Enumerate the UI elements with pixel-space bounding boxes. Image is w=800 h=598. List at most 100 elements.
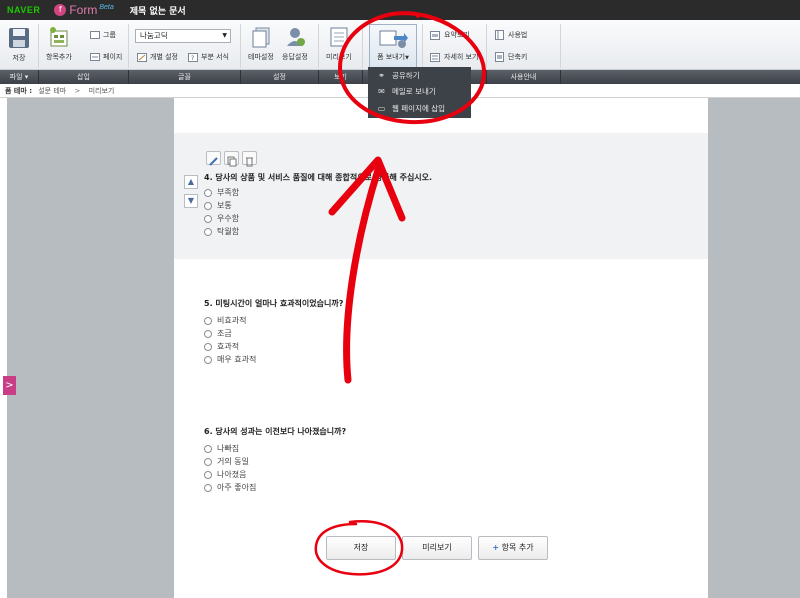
add-item-icon xyxy=(49,27,68,47)
radio-button[interactable] xyxy=(204,470,212,479)
document-title[interactable]: 제목 없는 문서 xyxy=(130,4,186,17)
page-icon xyxy=(90,53,100,61)
radio-button[interactable] xyxy=(204,342,212,351)
question-5-option[interactable]: 비효과적 xyxy=(204,315,246,326)
user-settings-icon xyxy=(286,28,305,46)
radio-button[interactable] xyxy=(204,188,212,197)
edit-pencil-icon[interactable] xyxy=(206,151,221,166)
theme-icon xyxy=(252,27,270,48)
ribbon-save-button[interactable]: 저장 xyxy=(8,27,30,63)
move-up-button[interactable]: ▲ xyxy=(184,175,198,189)
question-6-title: 6. 당사의 성과는 이전보다 나아졌습니까? xyxy=(204,427,347,436)
radio-button[interactable] xyxy=(204,201,212,210)
expand-panel-tab[interactable]: > xyxy=(3,376,16,395)
preview-ribbon-label: 미리보기 xyxy=(326,53,352,61)
add-item-bottom-button[interactable]: + 항목 추가 xyxy=(478,536,548,560)
send-form-dropdown: ⚭ 공유하기 ✉ 메일로 보내기 ▭ 웹 페이지에 삽입 xyxy=(368,67,471,118)
question-4-option[interactable]: 우수함 xyxy=(204,213,239,224)
mail-icon: ✉ xyxy=(378,87,385,96)
ribbon-toolbar: 저장 항목추가 그룹 페이지 나눔고딕 ▼ 개별 설정 ? 부분 서식 테마설정… xyxy=(0,20,800,70)
add-item-bottom-label: 항목 추가 xyxy=(501,543,534,552)
embed-icon: ▭ xyxy=(377,104,386,113)
breadcrumb-theme[interactable]: 설문 테마 xyxy=(38,87,66,95)
usage-label: 사용법 xyxy=(508,31,528,39)
link-icon: ⚭ xyxy=(378,71,385,80)
preview-ribbon-button[interactable]: 미리보기 xyxy=(326,26,352,62)
keyboard-icon xyxy=(495,52,504,62)
question-4-option[interactable]: 부족함 xyxy=(204,187,239,198)
preview-button[interactable]: 미리보기 xyxy=(402,536,472,560)
partial-format-label: 부분 서식 xyxy=(201,53,229,61)
top-bar: NAVER f Form Beta 제목 없는 문서 xyxy=(0,0,800,20)
radio-button[interactable] xyxy=(204,355,212,364)
add-item-label: 항목추가 xyxy=(46,53,72,61)
move-down-button[interactable]: ▼ xyxy=(184,194,198,208)
send-form-button[interactable]: 폼 보내기▼ xyxy=(369,24,417,68)
shortcuts-button[interactable]: 단축키 xyxy=(495,52,527,62)
section-view: 보기 xyxy=(319,70,363,84)
theme-setting-label: 테마설정 xyxy=(248,53,274,61)
radio-button[interactable] xyxy=(204,329,212,338)
group-icon xyxy=(90,31,100,39)
left-panel-strip xyxy=(0,98,7,598)
add-item-button[interactable]: 항목추가 xyxy=(46,26,72,62)
book-icon xyxy=(495,30,504,40)
question-6-option[interactable]: 나빠짐 xyxy=(204,443,239,454)
copy-icon[interactable] xyxy=(224,151,239,167)
response-setting-button[interactable]: 응답설정 xyxy=(282,26,308,62)
question-5-option[interactable]: 매우 효과적 xyxy=(204,354,256,365)
section-file[interactable]: 파일 ▾ xyxy=(0,70,39,84)
radio-button[interactable] xyxy=(204,444,212,453)
beta-label: Beta xyxy=(99,3,114,11)
radio-button[interactable] xyxy=(204,457,212,466)
group-button[interactable]: 그룹 xyxy=(90,30,116,40)
partial-format-button[interactable]: ? 부분 서식 xyxy=(188,52,229,62)
response-setting-label: 응답설정 xyxy=(282,53,308,61)
question-toolbar xyxy=(206,151,257,167)
detail-icon xyxy=(430,52,440,62)
form-logo[interactable]: f Form Beta xyxy=(54,3,114,17)
question-4-option[interactable]: 보통 xyxy=(204,200,232,211)
save-button[interactable]: 저장 xyxy=(326,536,396,560)
theme-setting-button[interactable]: 테마설정 xyxy=(248,26,274,62)
send-form-label: 폼 보내기▼ xyxy=(377,53,409,61)
question-6-option[interactable]: 거의 동일 xyxy=(204,456,249,467)
font-select[interactable]: 나눔고딕 ▼ xyxy=(135,29,231,43)
summary-icon xyxy=(430,30,440,40)
radio-button[interactable] xyxy=(204,483,212,492)
section-insert: 삽입 xyxy=(39,70,129,84)
summary-view-label: 요약보기 xyxy=(444,31,470,39)
ribbon-save-label: 저장 xyxy=(12,54,26,62)
page-button[interactable]: 페이지 xyxy=(90,52,122,62)
question-4-option[interactable]: 탁월함 xyxy=(204,226,239,237)
dropdown-item-share[interactable]: ⚭ 공유하기 xyxy=(377,70,419,81)
page-label: 페이지 xyxy=(103,53,123,61)
breadcrumb-current: 미리보기 xyxy=(88,87,115,95)
individual-setting-button[interactable]: 개별 설정 xyxy=(137,52,178,62)
radio-button[interactable] xyxy=(204,214,212,223)
dropdown-item-embed[interactable]: ▭ 웹 페이지에 삽입 xyxy=(377,103,445,114)
breadcrumb-label: 폼 테마 : xyxy=(5,87,32,95)
section-settings: 설정 xyxy=(241,70,319,84)
question-5-option[interactable]: 효과적 xyxy=(204,341,239,352)
settings-edit-icon xyxy=(137,52,147,62)
question-4-title: 4. 당사의 상품 및 서비스 품질에 대해 종합적으로 평가해 주십시오. xyxy=(204,173,433,182)
usage-button[interactable]: 사용법 xyxy=(495,30,527,40)
font-select-value: 나눔고딕 xyxy=(140,31,168,40)
question-6-option[interactable]: 아주 좋아짐 xyxy=(204,482,256,493)
dropdown-item-email[interactable]: ✉ 메일로 보내기 xyxy=(377,86,436,97)
form-logo-text: Form xyxy=(69,3,98,17)
naver-logo[interactable]: NAVER xyxy=(7,5,40,15)
radio-button[interactable] xyxy=(204,227,212,236)
detail-view-button[interactable]: 자세히 보기 xyxy=(430,52,478,62)
chevron-down-icon: ▼ xyxy=(222,32,227,39)
question-5-option[interactable]: 조금 xyxy=(204,328,232,339)
detail-view-label: 자세히 보기 xyxy=(444,53,479,61)
question-6-option[interactable]: 나아졌음 xyxy=(204,469,246,480)
preview-icon xyxy=(330,27,348,47)
summary-view-button[interactable]: 요약보기 xyxy=(430,30,470,40)
trash-icon[interactable] xyxy=(242,151,257,167)
breadcrumb-separator: > xyxy=(74,87,81,95)
question-format-icon: ? xyxy=(188,52,198,62)
radio-button[interactable] xyxy=(204,316,212,325)
